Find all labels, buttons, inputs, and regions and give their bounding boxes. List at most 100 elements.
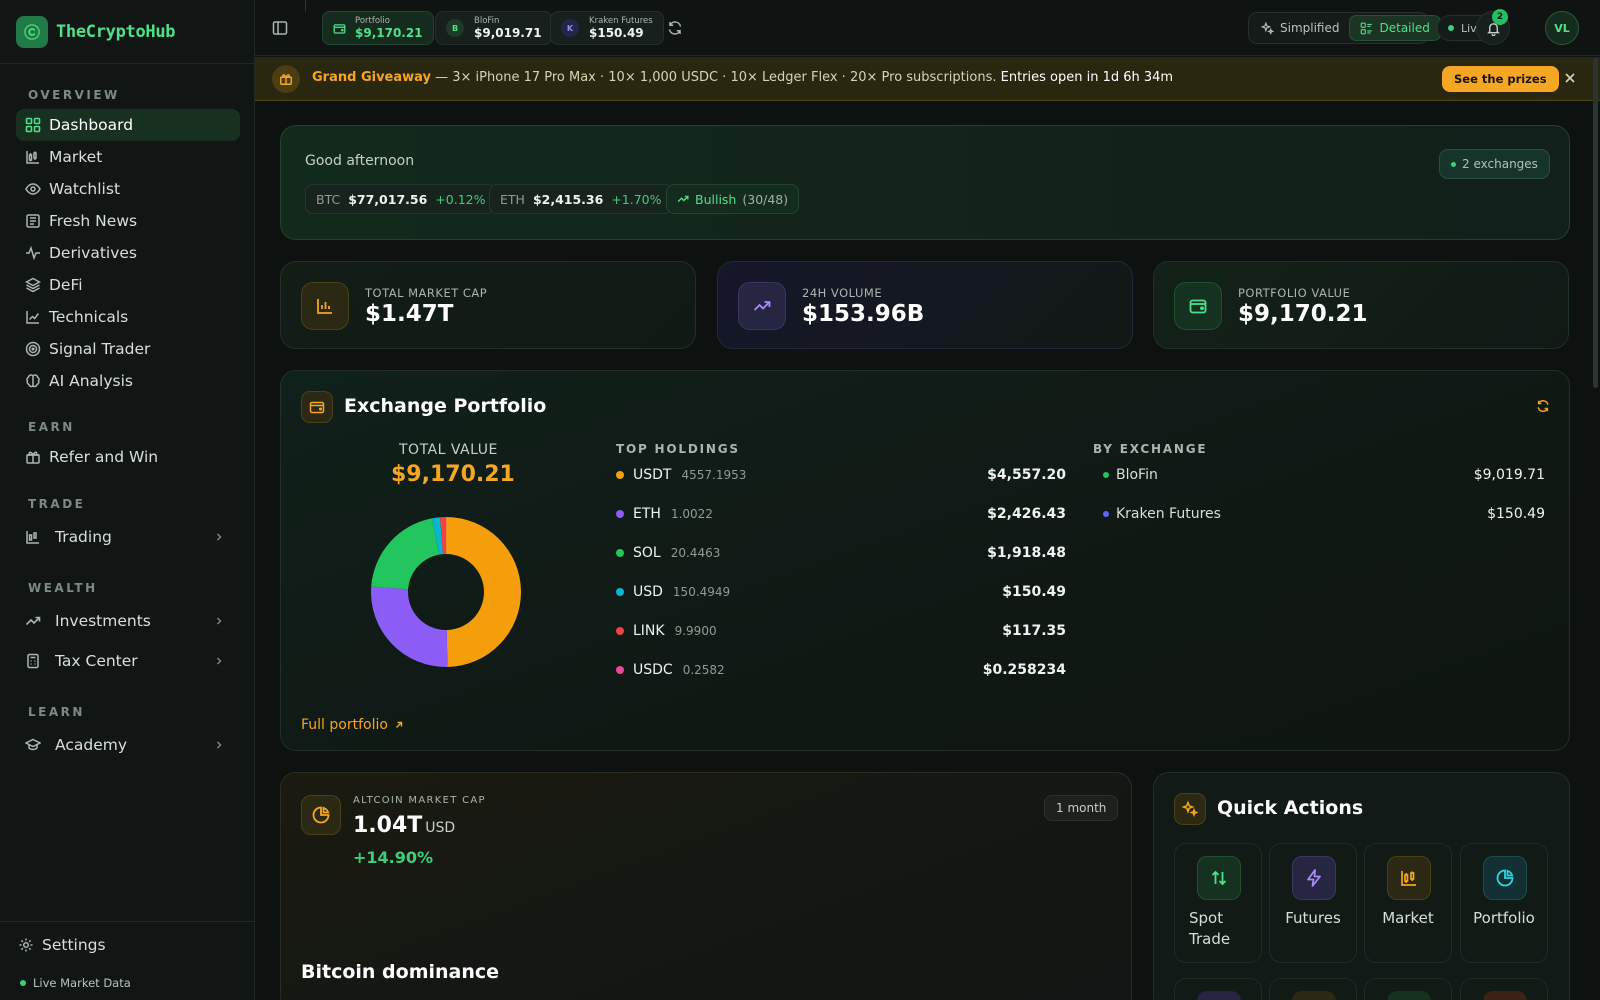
altcoin-label: ALTCOIN MARKET CAP [353,795,486,806]
quick-action-tile[interactable] [1174,978,1262,1000]
donut-slice-sol[interactable] [371,518,440,590]
newspaper-icon [26,214,40,228]
list-grid-icon [1361,22,1373,34]
stat-label: TOTAL MARKET CAP [365,286,488,300]
quick-action-label: Spot Trade [1189,909,1231,948]
trending-up-icon [677,195,689,203]
ticker-label: ETH [500,191,525,207]
brand-logo-icon [16,15,48,48]
section-overview: OVERVIEW [28,88,120,102]
page-scrollbar[interactable] [1593,58,1598,388]
sidebar: TheCryptoHub OVERVIEW Dashboard Market W… [0,0,255,1000]
section-wealth: WEALTH [28,581,98,595]
eye-icon [25,183,41,195]
exchange-dot [1103,472,1109,478]
mode-simplified-button[interactable]: Simplified [1251,15,1349,41]
exchange-badge: B [446,19,464,37]
view-mode-toggle: Simplified Detailed [1248,12,1441,44]
sentiment-chip[interactable]: Bullish (30/48) [666,184,800,214]
see-prizes-button[interactable]: See the prizes [1442,66,1559,92]
stat-card-24h-volume: 24H VOLUME $153.96B [717,261,1133,349]
portfolio-chip-blofin[interactable]: B BloFin $9,019.71 [435,11,553,45]
holding-row[interactable]: USDC 0.2582 $0.258234 [616,660,1066,680]
quick-action-tile[interactable] [1269,978,1357,1000]
eth-price-chip[interactable]: ETH $2,415.36 +1.70% [489,184,673,214]
banner-message: Grand Giveaway — 3× iPhone 17 Pro Max · … [312,70,1173,85]
close-icon[interactable] [1563,71,1577,85]
sidebar-item-ai-analysis[interactable]: AI Analysis [16,365,240,397]
sidebar-item-derivatives[interactable]: Derivatives [16,237,240,269]
mode-detailed-button[interactable]: Detailed [1349,15,1441,41]
sidebar-item-refer-and-win[interactable]: Refer and Win [16,441,240,473]
refresh-icon[interactable] [1536,399,1550,413]
sidebar-item-investments[interactable]: Investments [16,605,240,637]
ticker-change: +0.12% [435,191,486,207]
sidebar-item-defi[interactable]: DeFi [16,269,240,301]
holding-row[interactable]: USDT 4557.1953 $4,557.20 [616,465,1066,485]
mode-label: Simplified [1280,21,1340,35]
altcoin-change: +14.90% [353,848,434,867]
full-portfolio-link[interactable]: Full portfolio [301,717,404,733]
section-title: Quick Actions [1217,797,1364,819]
by-exchange-header: BY EXCHANGE [1093,442,1208,456]
holding-row[interactable]: USD 150.4949 $150.49 [616,582,1066,602]
sidebar-footer: Settings Live Market Data [0,921,255,1000]
settings-link[interactable]: Settings [18,936,106,954]
quick-action-market[interactable]: Market [1364,843,1452,963]
sidebar-item-label: Watchlist [49,180,121,198]
sidebar-toggle-icon[interactable] [272,20,288,36]
donut-slice-usdt[interactable] [446,517,521,667]
exchange-row[interactable]: BloFin $9,019.71 [1103,465,1545,485]
sidebar-item-label: Signal Trader [49,340,151,358]
holding-dot [616,588,624,596]
sidebar-item-trading[interactable]: Trading [16,521,240,553]
quick-action-icon [1387,991,1431,1000]
brand[interactable]: TheCryptoHub [0,0,254,64]
stat-value: $153.96B [802,301,925,327]
portfolio-chip-total[interactable]: Portfolio $9,170.21 [322,11,434,45]
sidebar-item-fresh-news[interactable]: Fresh News [16,205,240,237]
quick-action-portfolio[interactable]: Portfolio [1460,843,1548,963]
wallet-icon [301,391,333,423]
quick-action-futures[interactable]: Futures [1269,843,1357,963]
avatar[interactable]: VL [1545,11,1579,45]
sidebar-item-tax-center[interactable]: Tax Center [16,645,240,677]
sidebar-item-signal-trader[interactable]: Signal Trader [16,333,240,365]
sidebar-item-label: Derivatives [49,244,137,262]
holding-dot [616,510,624,518]
sidebar-item-technicals[interactable]: Technicals [16,301,240,333]
donut-slice-eth[interactable] [371,586,448,667]
holding-row[interactable]: LINK 9.9900 $117.35 [616,621,1066,641]
quick-action-tile[interactable] [1364,978,1452,1000]
btc-price-chip[interactable]: BTC $77,017.56 +0.12% [305,184,497,214]
holding-row[interactable]: SOL 20.4463 $1,918.48 [616,543,1066,563]
gift-icon [26,451,40,464]
period-selector[interactable]: 1 month [1044,795,1119,821]
holding-amount: 150.4949 [672,585,731,599]
portfolio-chip-kraken[interactable]: K Kraken Futures $150.49 [550,11,664,45]
sidebar-item-market[interactable]: Market [16,141,240,173]
total-value: $9,170.21 [391,462,515,487]
grid-icon [25,117,41,133]
quick-action-tile[interactable] [1460,978,1548,1000]
holding-amount: 1.0022 [670,507,713,521]
quick-action-icon [1197,991,1241,1000]
holding-symbol: LINK [633,623,665,639]
layers-icon [25,277,41,293]
holding-dot [616,627,624,635]
wallet-icon [1174,282,1222,330]
sidebar-item-watchlist[interactable]: Watchlist [16,173,240,205]
holding-row[interactable]: ETH 1.0022 $2,426.43 [616,504,1066,524]
sidebar-item-dashboard[interactable]: Dashboard [16,109,240,141]
calculator-icon [27,653,39,669]
greeting-card: Good afternoon BTC $77,017.56 +0.12% ETH… [280,125,1570,240]
sidebar-item-academy[interactable]: Academy [16,729,240,761]
quick-action-spot-trade[interactable]: Spot Trade [1174,843,1262,963]
exchange-row[interactable]: Kraken Futures $150.49 [1103,504,1545,524]
exchanges-count-pill[interactable]: 2 exchanges [1439,149,1550,179]
refresh-icon[interactable] [667,20,683,36]
portfolio-chip-value: $9,019.71 [474,26,542,40]
total-value-label: TOTAL VALUE [399,442,498,458]
quick-action-icon [1292,991,1336,1000]
status-dot [1451,161,1456,167]
